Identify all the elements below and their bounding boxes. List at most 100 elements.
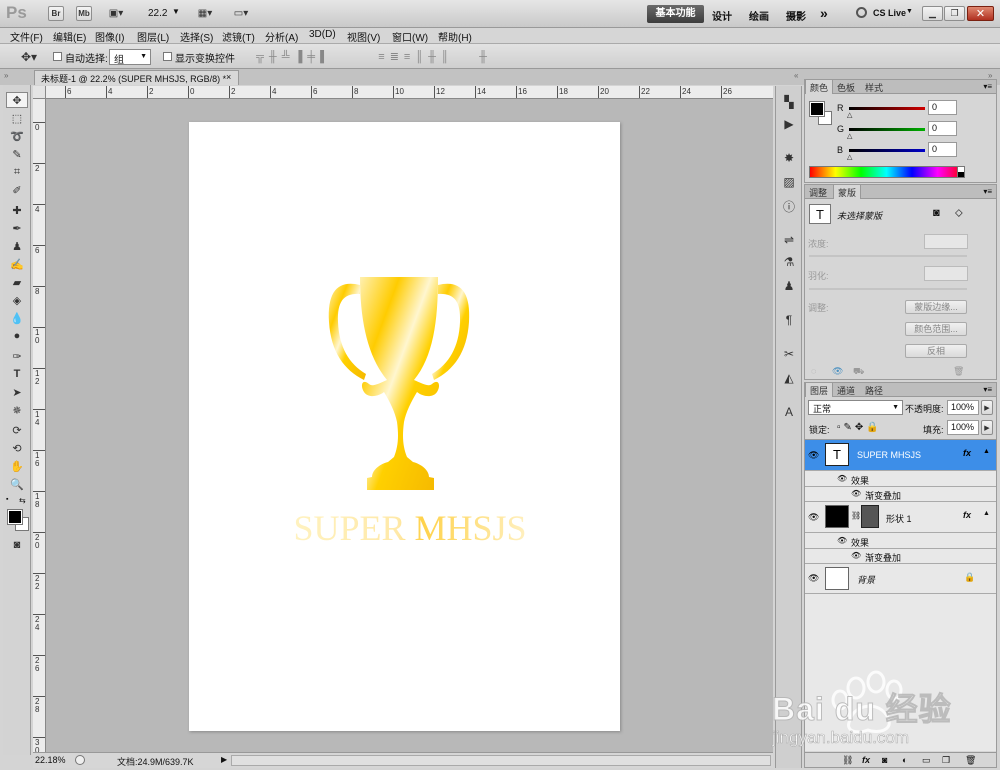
more-workspaces-button[interactable]: » [820,5,828,21]
foreground-color-swatch[interactable] [7,509,23,525]
pixel-mask-icon[interactable]: ◙ [933,207,940,219]
history-brush-tool-icon[interactable]: ✍ [6,256,28,272]
tool-presets-icon[interactable]: ✂ [780,346,798,362]
tab-adjustments[interactable]: 调整 [805,185,831,199]
crop-tool-icon[interactable]: ⌗ [6,164,28,180]
delete-mask-icon[interactable]: 🗑 [953,366,964,377]
add-style-icon[interactable]: fx [862,755,870,765]
toggle-mask-icon[interactable]: 👁 [832,366,843,377]
slider-g-handle-icon[interactable]: △ [847,132,852,140]
horizontal-scrollbar[interactable] [231,755,771,766]
fx-icon[interactable]: fx [963,448,971,458]
show-transform-checkbox[interactable] [163,52,172,61]
effect-row[interactable]: 👁 渐变叠加 [805,487,996,502]
tab-masks[interactable]: 蒙版 [833,185,862,199]
opacity-arrow-icon[interactable]: ▶ [981,400,993,415]
layer-name[interactable]: 形状 1 [886,512,912,525]
add-mask-icon[interactable]: ◙ [882,755,887,765]
auto-select-dropdown[interactable]: 组 ▼ [109,49,151,66]
fx-icon[interactable]: fx [963,510,971,520]
panel-menu-icon[interactable]: ▾≡ [983,187,992,196]
fill-arrow-icon[interactable]: ▶ [981,420,993,435]
slider-r[interactable] [849,107,925,110]
menu-analysis[interactable]: 分析(A) [265,29,298,44]
histogram-panel-icon[interactable]: ▨ [780,174,798,190]
slider-b[interactable] [849,149,925,152]
layer-row[interactable]: 👁 背景 🔒 [805,564,996,594]
tab-channels[interactable]: 通道 [833,383,859,397]
brushes-panel-icon[interactable]: ⚗ [780,254,798,270]
hand-tool-icon[interactable]: ✋ [6,458,28,474]
load-selection-icon[interactable]: ◌ [811,366,816,376]
channel-value-r[interactable]: 0 [928,100,957,115]
3d-panel-icon[interactable]: ◭ [780,370,798,386]
workspace-design[interactable]: 设计 [712,8,732,23]
mask-edge-button[interactable]: 蒙版边缘... [905,300,967,314]
channel-value-g[interactable]: 0 [928,121,957,136]
tab-layers[interactable]: 图层 [805,383,834,397]
menu-layer[interactable]: 图层(L) [137,29,169,44]
document-canvas[interactable]: SUPER MHSJS [189,122,620,731]
pen-tool-icon[interactable]: ✑ [6,348,28,364]
screen-mode-icon[interactable]: ▭▾ [228,6,254,21]
status-menu-arrow-icon[interactable]: ▶ [221,755,227,764]
distribute-icons-group[interactable]: ≡≣≡║╫║ [360,49,472,64]
auto-align-icon[interactable]: ╫ [476,49,490,64]
menu-edit[interactable]: 编辑(E) [53,29,86,44]
slider-r-handle-icon[interactable]: △ [847,111,852,119]
info-panel-icon[interactable]: ⓘ [780,198,798,214]
eraser-tool-icon[interactable]: ▰ [6,274,28,290]
status-zoom[interactable]: 22.18% [35,755,66,765]
layer-row-selected[interactable]: 👁 T SUPER MHSJS fx ▲ [805,440,996,471]
bridge-button[interactable]: Br [48,6,64,21]
menu-window[interactable]: 窗口(W) [392,29,428,44]
tab-paths[interactable]: 路径 [861,383,887,397]
type-tool-icon[interactable]: T [6,366,28,382]
link-icon[interactable]: ⛓ [851,511,861,520]
black-white-swatch[interactable] [957,166,965,178]
slider-b-handle-icon[interactable]: △ [847,153,852,161]
panel-menu-icon[interactable]: ▾≡ [983,385,992,394]
visibility-eye-icon[interactable]: 👁 [808,573,819,584]
expand-effects-icon[interactable]: ▲ [983,510,990,517]
actions-panel-icon[interactable]: ▶ [780,116,798,132]
color-foreground-swatch[interactable] [809,101,825,117]
panel-menu-icon[interactable]: ▾≡ [983,82,992,91]
layer-name[interactable]: SUPER MHSJS [857,450,921,460]
status-options-icon[interactable] [75,755,85,765]
invert-button[interactable]: 反相 [905,344,967,358]
default-colors-icon[interactable]: ▪ [6,496,8,503]
brush-presets-icon[interactable]: ⇌ [780,232,798,248]
collapse-icon[interactable]: » [4,71,8,80]
new-layer-icon[interactable]: ❐ [942,755,950,766]
effect-eye-icon[interactable]: 👁 [851,489,861,498]
clone-stamp-tool-icon[interactable]: ♟ [6,238,28,254]
zoom-level[interactable]: 22.2 [148,8,167,19]
zoom-tool-icon[interactable]: 🔍 [6,476,28,492]
cs-live-label[interactable]: CS Live [873,8,906,18]
collapse-panels-icon[interactable]: « [794,71,798,80]
move-tool-preset-icon[interactable]: ✥▾ [14,49,44,64]
healing-brush-tool-icon[interactable]: ✚ [6,202,28,218]
chevron-down-icon[interactable]: ▼ [906,8,913,15]
delete-layer-icon[interactable]: 🗑 [965,755,976,766]
effect-row[interactable]: 👁 渐变叠加 [805,549,996,564]
brush-tool-icon[interactable]: ✒ [6,220,28,236]
visibility-eye-icon[interactable]: 👁 [808,512,819,523]
workspace-essentials[interactable]: 基本功能 [647,5,704,23]
align-icons-group[interactable]: ╦╫╩▐╪▌ [247,49,342,64]
effect-eye-icon[interactable]: 👁 [851,551,861,560]
menu-filter[interactable]: 滤镜(T) [222,29,255,44]
menu-help[interactable]: 帮助(H) [438,29,472,44]
shape-tool-icon[interactable]: ✵ [6,402,28,418]
vector-mask-icon[interactable]: ⬦ [955,207,963,220]
blend-mode-dropdown[interactable]: 正常 ▼ [808,400,903,415]
adjustment-layer-icon[interactable]: ◐ [902,755,907,765]
path-select-tool-icon[interactable]: ➤ [6,384,28,400]
effects-row[interactable]: 👁 效果 [805,471,996,487]
menu-3d[interactable]: 3D(D) [309,29,336,40]
menu-select[interactable]: 选择(S) [180,29,213,44]
clone-source-icon[interactable]: ♟ [780,278,798,294]
menu-view[interactable]: 视图(V) [347,29,380,44]
color-spectrum-bar[interactable] [809,166,964,178]
